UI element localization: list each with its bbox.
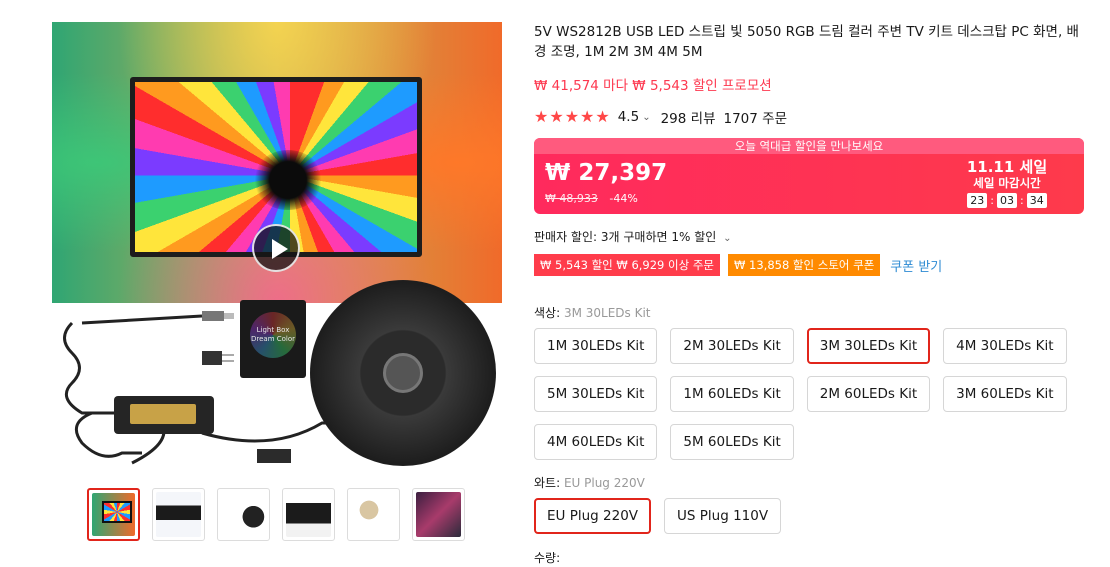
discount-percent: -44%: [609, 192, 638, 205]
star-icon: ★: [534, 107, 549, 126]
ambient-light-backdrop: [52, 22, 502, 303]
option-5m-30leds[interactable]: 5M 30LEDs Kit: [534, 376, 658, 412]
coupon-order-discount[interactable]: ₩ 5,543 할인 ₩ 6,929 이상 주문: [534, 254, 720, 276]
timer-seconds: 34: [1026, 193, 1047, 208]
rating-row: ★ ★ ★ ★ ★ 4.5 ⌄ 298 리뷰 1707 주문: [534, 107, 1086, 128]
thumbnail-5[interactable]: [347, 488, 400, 541]
option-1m-60leds[interactable]: 1M 60LEDs Kit: [670, 376, 794, 412]
product-title: 5V WS2812B USB LED 스트립 빛 5050 RGB 드림 컬러 …: [534, 24, 1079, 60]
thumbnail-4[interactable]: [282, 488, 335, 541]
color-label-text: 색상:: [534, 306, 561, 320]
color-option-label: 색상: 3M 30LEDs Kit: [534, 304, 1086, 321]
thumbnail-1[interactable]: [87, 488, 140, 541]
option-3m-30leds[interactable]: 3M 30LEDs Kit: [806, 328, 931, 364]
plug-option-label: 와트: EU Plug 220V: [534, 474, 1086, 491]
option-2m-60leds[interactable]: 2M 60LEDs Kit: [806, 376, 931, 412]
plug-option-grid: EU Plug 220V US Plug 110V: [534, 498, 1074, 534]
plug-selected-value: EU Plug 220V: [563, 476, 645, 490]
star-icon: ★: [549, 107, 564, 126]
seller-discount-text: 판매자 할인: 3개 구매하면 1% 할인: [534, 230, 717, 244]
current-price: ₩ 27,397: [545, 160, 668, 186]
thumbnail-3[interactable]: [217, 488, 270, 541]
original-price-row: ₩ 48,933 -44%: [545, 192, 638, 205]
promotion-text: ₩ 41,574 마다 ₩ 5,543 할인 프로모션: [534, 78, 772, 94]
coupon-store[interactable]: ₩ 13,858 할인 스토어 쿠폰: [728, 254, 881, 276]
price-banner: 오늘 역대급 할인을 만나보세요: [534, 138, 1084, 154]
get-coupon-link[interactable]: 쿠폰 받기: [890, 256, 942, 275]
play-video-icon[interactable]: [252, 224, 300, 272]
quantity-label: 수량:: [534, 551, 561, 565]
order-count: 1707 주문: [723, 111, 788, 127]
main-product-image[interactable]: Light Box Dream Color: [52, 22, 502, 468]
adapter-label: [130, 404, 196, 424]
swirl-center: [253, 150, 324, 210]
thumbnail-6[interactable]: [412, 488, 465, 541]
option-us-plug[interactable]: US Plug 110V: [664, 498, 782, 534]
option-1m-30leds[interactable]: 1M 30LEDs Kit: [534, 328, 658, 364]
option-4m-30leds[interactable]: 4M 30LEDs Kit: [943, 328, 1067, 364]
option-4m-60leds[interactable]: 4M 60LEDs Kit: [534, 424, 658, 460]
coupon-row: ₩ 5,543 할인 ₩ 6,929 이상 주문 ₩ 13,858 할인 스토어…: [534, 254, 1086, 276]
timer-hours: 23: [967, 193, 988, 208]
option-3m-60leds[interactable]: 3M 60LEDs Kit: [943, 376, 1067, 412]
led-strip-reel: [310, 280, 496, 466]
option-5m-60leds[interactable]: 5M 60LEDs Kit: [670, 424, 794, 460]
color-selected-value: 3M 30LEDs Kit: [563, 306, 651, 320]
chevron-down-icon: ⌄: [723, 233, 732, 244]
countdown-timer: 23 : 03 : 34: [952, 193, 1062, 208]
seller-discount[interactable]: 판매자 할인: 3개 구매하면 1% 할인 ⌄: [534, 228, 1086, 245]
power-adapter: [114, 396, 214, 434]
option-eu-plug[interactable]: EU Plug 220V: [534, 498, 652, 534]
product-info-panel: 5V WS2812B USB LED 스트립 빛 5050 RGB 드림 컬러 …: [534, 22, 1086, 566]
thumbnail-strip: [87, 488, 477, 542]
sale-title: 11.11 세일: [966, 158, 1048, 176]
star-rating[interactable]: ★ ★ ★ ★ ★: [534, 109, 610, 125]
color-option-grid: 1M 30LEDs Kit 2M 30LEDs Kit 3M 30LEDs Ki…: [534, 328, 1074, 460]
star-icon: ★: [580, 107, 595, 126]
option-2m-30leds[interactable]: 2M 30LEDs Kit: [670, 328, 794, 364]
sale-countdown: 11.11 세일 세일 마감시간 23 : 03 : 34: [952, 158, 1062, 208]
star-icon: ★: [595, 107, 610, 126]
original-price: ₩ 48,933: [545, 192, 598, 205]
review-count[interactable]: 298 리뷰: [661, 107, 716, 127]
sale-subtitle: 세일 마감시간: [973, 176, 1041, 190]
reel-hub: [383, 353, 423, 393]
price-box: 오늘 역대급 할인을 만나보세요 ₩ 27,397 ₩ 48,933 -44% …: [534, 138, 1084, 214]
controller-box-label: Light Box Dream Color: [250, 326, 296, 343]
thumbnail-2[interactable]: [152, 488, 205, 541]
star-icon: ★: [564, 107, 580, 126]
plug-label-text: 와트:: [534, 476, 561, 490]
timer-minutes: 03: [997, 193, 1017, 208]
chevron-down-icon[interactable]: ⌄: [642, 112, 650, 123]
rating-score[interactable]: 4.5: [618, 109, 639, 125]
controller-box: Light Box Dream Color: [240, 300, 306, 378]
